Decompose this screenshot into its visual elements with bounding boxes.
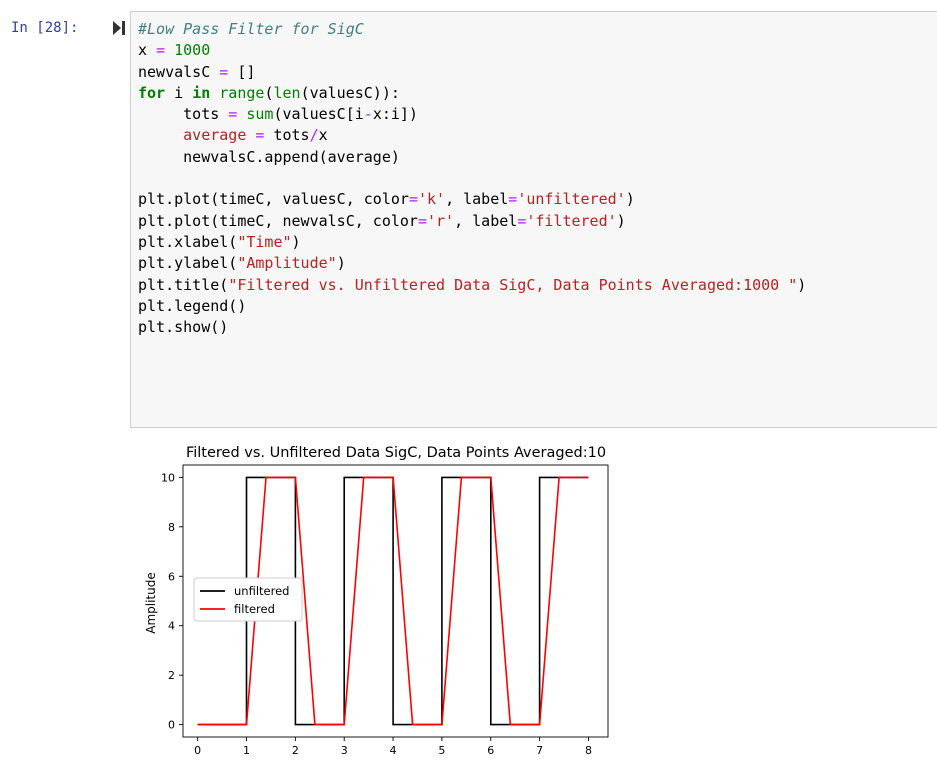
- code-token: (valuesC[i: [273, 105, 364, 124]
- code-token: ): [616, 211, 626, 230]
- y-axis-label: Amplitude: [144, 572, 158, 634]
- legend-label: filtered: [234, 602, 275, 616]
- code-token: newvalsC.append(average): [183, 147, 400, 166]
- code-operator: -: [363, 105, 373, 124]
- code-token: , label: [454, 211, 518, 230]
- code-string: "Filtered vs. Unfiltered Data SigC, Data…: [228, 275, 798, 294]
- code-token: plt.plot(timeC, valuesC, color: [138, 190, 409, 209]
- x-tick-label: 5: [438, 744, 445, 756]
- code-token: i: [174, 83, 184, 102]
- run-cell-icon[interactable]: [110, 19, 128, 37]
- code-keyword: for: [138, 83, 166, 102]
- code-token: (valuesC)):: [300, 83, 400, 102]
- code-token: tots: [183, 105, 220, 124]
- code-operator: =: [508, 190, 518, 209]
- code-token: ): [625, 190, 635, 209]
- code-operator: =: [219, 62, 229, 81]
- code-token: plt.plot(timeC, newvalsC, color: [138, 211, 418, 230]
- code-operator: =: [417, 211, 427, 230]
- code-token: tots: [273, 126, 310, 145]
- y-tick-label: 0: [168, 719, 175, 732]
- code-token: plt.show(): [138, 318, 229, 337]
- x-tick-label: 1: [243, 744, 250, 756]
- code-operator: =: [517, 211, 527, 230]
- code-number: 1000: [174, 41, 211, 60]
- y-tick-label: 2: [168, 669, 175, 682]
- code-token: []: [237, 62, 256, 81]
- legend-label: unfiltered: [234, 584, 289, 598]
- code-token: x:i]): [372, 105, 418, 124]
- code-operator: =: [228, 105, 238, 124]
- code-string: 'filtered': [526, 211, 617, 230]
- code-operator: /: [309, 126, 319, 145]
- code-cell[interactable]: #Low Pass Filter for SigC x = 1000 newva…: [130, 11, 937, 428]
- x-tick-label: 0: [194, 744, 201, 756]
- code-string: "Amplitude": [237, 254, 337, 273]
- code-builtin: sum: [246, 105, 274, 124]
- code-token: average: [183, 126, 247, 145]
- y-tick-label: 10: [161, 471, 175, 484]
- code-token: , label: [445, 190, 509, 209]
- code-string: 'r': [427, 211, 455, 230]
- code-token: plt.legend(): [138, 296, 247, 315]
- y-tick-label: 8: [168, 521, 175, 534]
- cell-output: Filtered vs. Unfiltered Data SigC, Data …: [130, 436, 937, 757]
- y-tick-label: 4: [168, 620, 175, 633]
- legend: unfiltered filtered: [193, 577, 303, 622]
- code-string: "Time": [237, 232, 292, 251]
- plot-figure: Filtered vs. Unfiltered Data SigC, Data …: [144, 445, 609, 757]
- x-tick-label: 2: [292, 744, 299, 756]
- code-token: newvalsC: [138, 62, 211, 81]
- code-operator: =: [255, 126, 265, 145]
- code-token: plt.title(: [138, 275, 229, 294]
- code-string: 'k': [417, 190, 446, 209]
- x-tick-label: 3: [341, 744, 348, 756]
- code-token: ): [291, 232, 301, 251]
- x-tick-label: 8: [585, 744, 592, 756]
- chart-title: Filtered vs. Unfiltered Data SigC, Data …: [186, 445, 606, 461]
- code-token: x: [318, 126, 328, 145]
- x-tick-label: 4: [390, 744, 397, 756]
- code-token: plt.ylabel(: [138, 254, 238, 273]
- code-operator: =: [156, 41, 166, 60]
- x-tick-label: 7: [536, 744, 543, 756]
- code-builtin: len: [273, 83, 301, 102]
- code-token: ): [336, 254, 346, 273]
- code-operator: =: [408, 190, 418, 209]
- code-comment: #Low Pass Filter for SigC: [138, 20, 364, 38]
- x-tick-label: 6: [487, 744, 494, 756]
- cell-prompt: In [28]:: [11, 20, 79, 36]
- code-builtin: range: [219, 83, 265, 102]
- code-token: ): [797, 275, 807, 294]
- code-editor[interactable]: #Low Pass Filter for SigC x = 1000 newva…: [138, 19, 806, 338]
- code-string: 'unfiltered': [517, 190, 626, 209]
- y-tick-label: 6: [168, 570, 175, 583]
- code-token: plt.xlabel(: [138, 232, 238, 251]
- code-keyword: in: [192, 83, 211, 102]
- code-token: x: [138, 41, 148, 60]
